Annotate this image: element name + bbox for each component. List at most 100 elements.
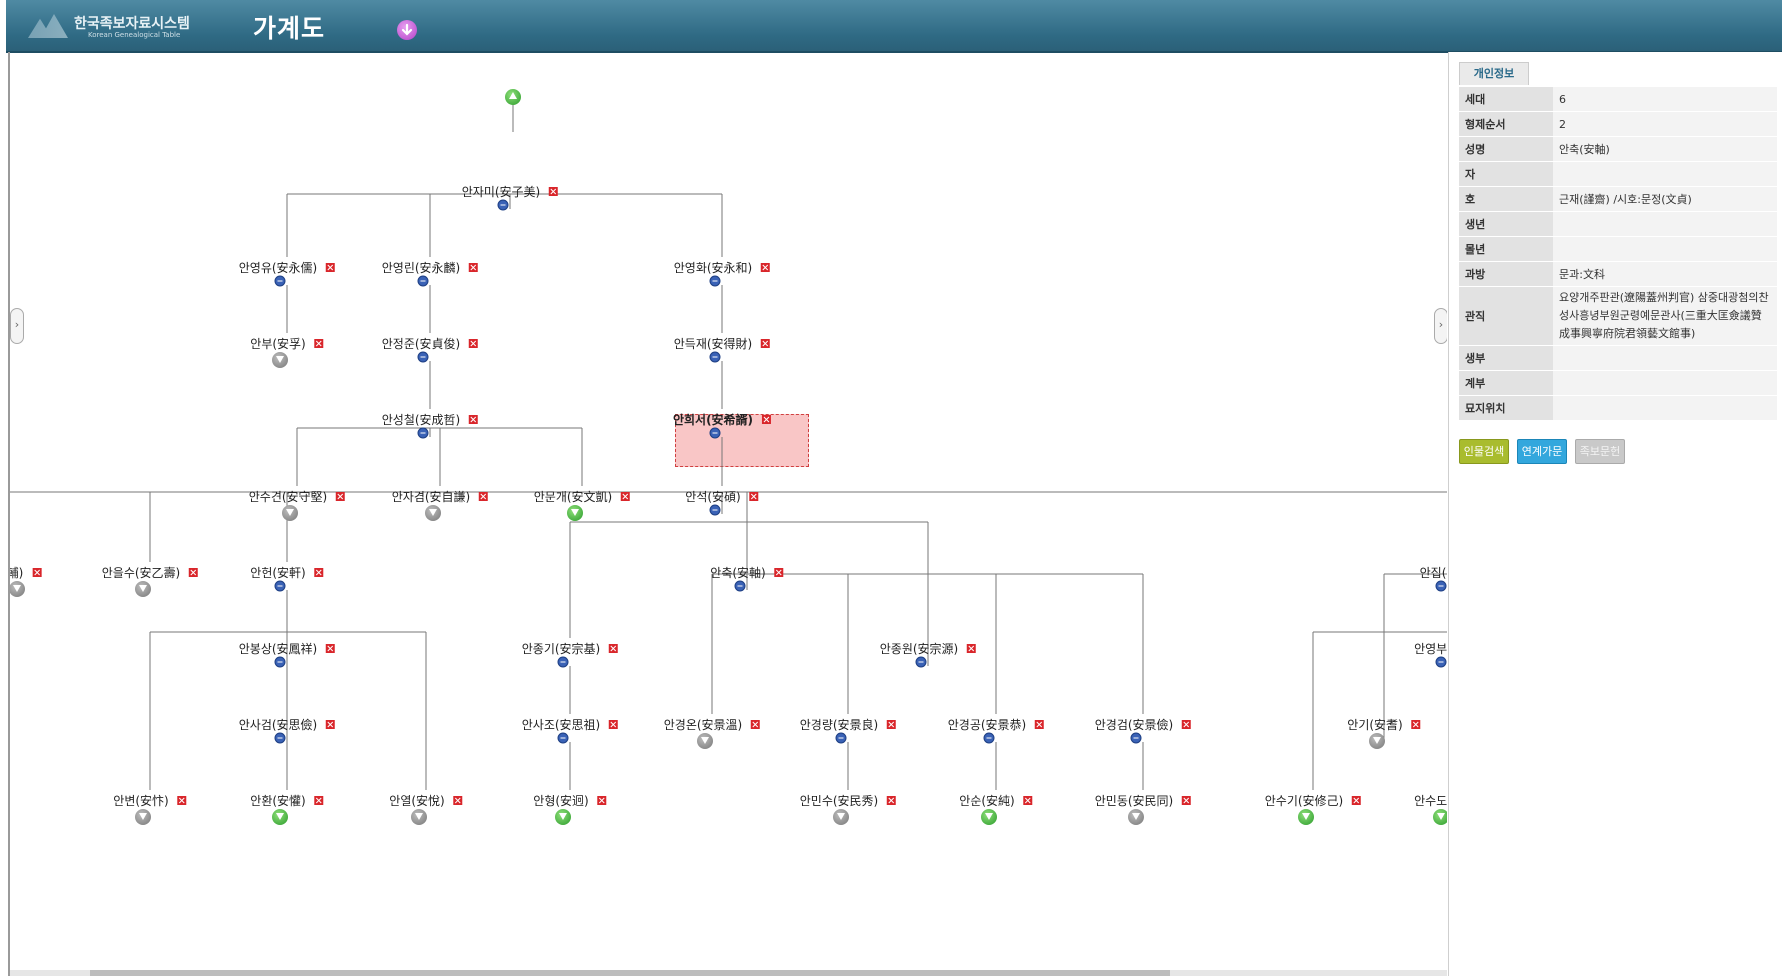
tree-node[interactable]: 안수도(安 [1414, 790, 1447, 810]
delete-icon[interactable] [774, 568, 784, 577]
tree-node[interactable]: 輔) [10, 562, 42, 582]
delete-icon[interactable] [761, 263, 771, 272]
tree-node[interactable]: 안종원(安宗源) [880, 638, 977, 658]
collapse-icon[interactable] [274, 656, 286, 668]
delete-icon[interactable] [1411, 720, 1421, 729]
expand-icon[interactable] [1433, 809, 1447, 825]
tree-node[interactable]: 안자미(安子美) [462, 181, 559, 201]
delete-icon[interactable] [887, 796, 897, 805]
expand-icon[interactable] [567, 505, 583, 521]
tree-node[interactable]: 안변(安忭) [113, 790, 187, 810]
delete-icon[interactable] [314, 796, 324, 805]
delete-icon[interactable] [1035, 720, 1045, 729]
tree-node[interactable]: 안종기(安宗基) [522, 638, 619, 658]
collapse-icon[interactable] [915, 656, 927, 668]
collapse-icon[interactable] [734, 580, 746, 592]
tree-node[interactable]: 안정준(安貞俊) [382, 333, 479, 353]
tree-node[interactable]: 안영화(安永和) [674, 257, 771, 277]
delete-icon[interactable] [326, 263, 336, 272]
horizontal-scrollbar[interactable] [10, 970, 1447, 976]
linked-family-button[interactable]: 연계가문 [1517, 439, 1567, 464]
delete-icon[interactable] [609, 720, 619, 729]
tree-node[interactable]: 안수견(安守堅) [249, 486, 346, 506]
delete-icon[interactable] [749, 492, 759, 501]
expand-icon[interactable] [1298, 809, 1314, 825]
logo[interactable]: 한국족보자료시스템 Korean Genealogical Table [24, 12, 190, 42]
collapse-icon[interactable] [709, 427, 721, 439]
delete-icon[interactable] [336, 492, 346, 501]
tree-node[interactable]: 안민동(安民同) [1095, 790, 1192, 810]
delete-icon[interactable] [189, 568, 199, 577]
collapse-icon[interactable] [709, 504, 721, 516]
delete-icon[interactable] [1023, 796, 1033, 805]
tree-node[interactable]: 안영유(安永儒) [239, 257, 336, 277]
delete-icon[interactable] [479, 492, 489, 501]
expand-up-icon[interactable] [505, 89, 521, 105]
tab-personal-info[interactable]: 개인정보 [1459, 62, 1529, 85]
tree-node[interactable]: 안사검(安思儉) [239, 714, 336, 734]
collapse-icon[interactable] [274, 732, 286, 744]
tree-node[interactable]: 안사조(安思祖) [522, 714, 619, 734]
delete-icon[interactable] [887, 720, 897, 729]
expand-icon[interactable] [425, 505, 441, 521]
delete-icon[interactable] [967, 644, 977, 653]
family-tree-area[interactable]: 안자미(安子美) 안영유(安永儒) 안영린(安永麟) 안영화(安永和) 안부(安孚) 안정… [10, 52, 1447, 972]
collapse-icon[interactable] [417, 351, 429, 363]
delete-icon[interactable] [469, 339, 479, 348]
expand-icon[interactable] [272, 809, 288, 825]
tree-node[interactable]: 안경검(安景儉) [1095, 714, 1192, 734]
delete-icon[interactable] [326, 720, 336, 729]
collapse-icon[interactable] [417, 275, 429, 287]
expand-icon[interactable] [833, 809, 849, 825]
tree-node[interactable]: 안민수(安民秀) [800, 790, 897, 810]
person-search-button[interactable]: 인물검색 [1459, 439, 1509, 464]
tree-node[interactable]: 안부(安孚) [250, 333, 324, 353]
tree-node[interactable]: 안영린(安永麟) [382, 257, 479, 277]
delete-icon[interactable] [1352, 796, 1362, 805]
tree-node[interactable]: 안희서(安希諝) [673, 409, 772, 429]
tree-node[interactable]: 안헌(安軒) [250, 562, 324, 582]
collapse-icon[interactable] [1435, 656, 1447, 668]
collapse-icon[interactable] [274, 275, 286, 287]
delete-icon[interactable] [621, 492, 631, 501]
tree-node[interactable]: 안을수(安乙壽) [102, 562, 199, 582]
left-collapse-button[interactable]: › [10, 308, 24, 344]
right-collapse-button[interactable]: › [1434, 308, 1447, 344]
download-icon[interactable] [397, 20, 417, 40]
delete-icon[interactable] [609, 644, 619, 653]
tree-node[interactable]: 안석(安碩) [685, 486, 759, 506]
tree-node[interactable]: 안성철(安成哲) [382, 409, 479, 429]
expand-icon[interactable] [135, 581, 151, 597]
delete-icon[interactable] [469, 263, 479, 272]
expand-icon[interactable] [411, 809, 427, 825]
tree-node[interactable]: 안경온(安景溫) [664, 714, 761, 734]
tree-node[interactable]: 안문개(安文凱) [534, 486, 631, 506]
collapse-icon[interactable] [557, 732, 569, 744]
collapse-icon[interactable] [274, 580, 286, 592]
delete-icon[interactable] [314, 339, 324, 348]
genealogy-doc-button[interactable]: 족보문헌 [1575, 439, 1625, 464]
collapse-icon[interactable] [1130, 732, 1142, 744]
collapse-icon[interactable] [417, 427, 429, 439]
collapse-icon[interactable] [1435, 580, 1447, 592]
tree-node[interactable]: 안경공(安景恭) [948, 714, 1045, 734]
tree-node[interactable]: 안영부(安 [1414, 638, 1447, 658]
scrollbar-thumb[interactable] [90, 970, 1170, 976]
tree-node[interactable]: 안봉상(安鳳祥) [239, 638, 336, 658]
delete-icon[interactable] [326, 644, 336, 653]
expand-icon[interactable] [135, 809, 151, 825]
collapse-icon[interactable] [557, 656, 569, 668]
delete-icon[interactable] [32, 568, 42, 577]
collapse-icon[interactable] [835, 732, 847, 744]
delete-icon[interactable] [469, 415, 479, 424]
tree-node[interactable]: 안기(安耆) [1347, 714, 1421, 734]
collapse-icon[interactable] [497, 199, 509, 211]
tree-node[interactable]: 안축(安軸) [710, 562, 784, 582]
tree-node[interactable]: 안수기(安修己) [1265, 790, 1362, 810]
expand-icon[interactable] [1369, 733, 1385, 749]
delete-icon[interactable] [453, 796, 463, 805]
tree-node[interactable]: 안집(安 [1420, 562, 1447, 582]
tree-node[interactable]: 안순(安純) [959, 790, 1033, 810]
tree-node[interactable]: 안자겸(安自謙) [392, 486, 489, 506]
delete-icon[interactable] [314, 568, 324, 577]
